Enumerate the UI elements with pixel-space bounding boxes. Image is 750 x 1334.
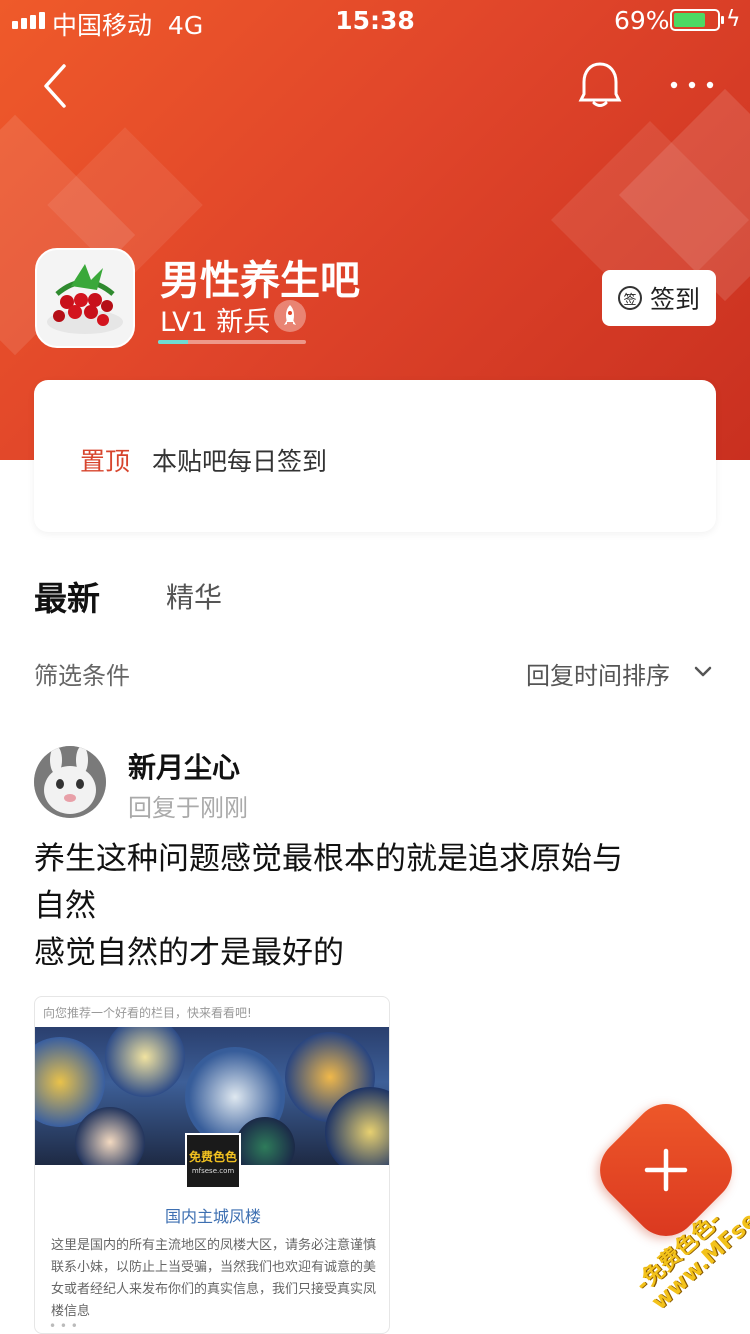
share-card-description: 这里是国内的所有主流地区的凤楼大区，请务必注意谨慎联系小妹，以防止上当受骗，当然… [51,1238,377,1319]
sort-dropdown[interactable]: 回复时间排序 [526,656,670,691]
tab-latest[interactable]: 最新 [34,572,100,620]
post-text-line: 养生这种问题感觉最根本的就是追求原始与 [34,841,623,877]
author-avatar[interactable] [34,746,106,818]
pinned-post-card[interactable]: 置顶 本贴吧每日签到 [34,380,716,532]
forum-avatar [35,248,135,348]
reply-time: 回复于刚刚 [128,794,248,822]
post-text-line: 自然 [34,888,96,924]
chevron-left-icon [44,64,66,108]
share-card-logo: 免费色色 mfsese.com [185,1133,241,1189]
filter-button[interactable]: 筛选条件 [34,656,130,691]
battery-icon [670,9,724,31]
plus-icon [644,1148,688,1192]
user-level: LV1 新兵 [160,307,271,338]
share-card-title: 国内主城凤楼 [164,1207,261,1226]
checkin-label: 签到 [649,285,700,314]
battery-percent: 69% [614,6,670,35]
level-progress-bar [158,340,306,344]
pinned-title: 本贴吧每日签到 [152,447,328,476]
back-button[interactable] [40,62,80,110]
status-bar: 中国移动 4G 15:38 69% ϟ [0,0,750,40]
share-card-header: 向您推荐一个好看的栏目，快来看看吧! [43,1006,252,1020]
bell-icon [578,62,622,107]
chevron-down-icon[interactable] [692,662,714,682]
shared-link-card[interactable]: 向您推荐一个好看的栏目，快来看看吧! 免费色色 mfsese.com 国内主城凤… [34,996,390,1334]
more-dots-icon [670,81,714,89]
post-content[interactable]: 养生这种问题感觉最根本的就是追求原始与 自然 感觉自然的才是最好的 [34,836,714,977]
more-button[interactable] [668,70,716,100]
charging-icon: ϟ [726,7,741,32]
rocket-icon [274,300,306,332]
post-text-line: 感觉自然的才是最好的 [34,935,344,971]
share-card-dots: • • • [49,1319,78,1333]
checkin-icon: 签 [617,286,642,310]
author-name[interactable]: 新月尘心 [128,746,240,786]
checkin-button[interactable]: 签 签到 [602,270,716,326]
pinned-tag: 置顶 [80,447,131,476]
tab-featured[interactable]: 精华 [166,576,222,616]
forum-title: 男性养生吧 [160,258,360,304]
notification-button[interactable] [578,60,622,110]
